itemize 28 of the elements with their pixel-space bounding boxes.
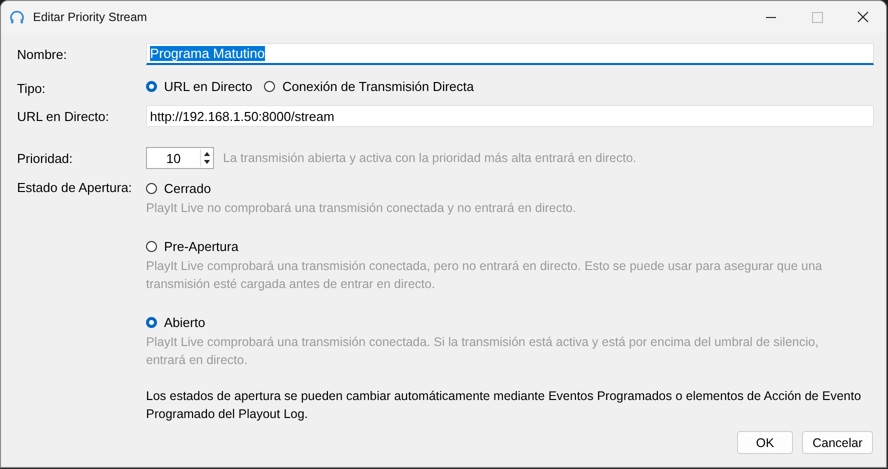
ok-button[interactable]: OK (737, 431, 793, 454)
url-input[interactable]: http://192.168.1.50:8000/stream (146, 105, 874, 127)
field-label: Nombre: (17, 46, 68, 62)
field-label: Prioridad: (17, 150, 74, 166)
cancel-button[interactable]: Cancelar (802, 431, 873, 454)
radio-label[interactable]: Conexión de Transmisión Directa (282, 78, 474, 94)
field-label: URL en Directo: (17, 108, 110, 124)
radio-button[interactable] (146, 316, 157, 328)
radio-button[interactable] (146, 182, 157, 194)
radio-label[interactable]: Cerrado (164, 180, 211, 196)
priority-spinner[interactable]: 10 (146, 147, 214, 169)
option-description: PlayIt Live no comprobará una transmisión conectada y no entrará en directo. (146, 200, 578, 217)
radio-button[interactable] (264, 80, 276, 92)
field-label: Estado de Apertura: (17, 179, 133, 195)
option-description: PlayIt Live comprobará una transmisión conectada, pero no entrará en directo. Esto se puede usar para asegurar que una transmisión esté cargada antes de entrar en directo. (146, 258, 824, 293)
radio-label[interactable]: Pre-Apertura (164, 238, 238, 254)
radio-button[interactable] (146, 80, 157, 92)
note-text: Los estados de apertura se pueden cambiar automáticamente mediante Eventos Programados o elementos de Acción de Evento Programado del Playout Log. (146, 388, 862, 423)
name-input[interactable]: Programa Matutino (146, 43, 874, 65)
radio-button[interactable] (146, 240, 157, 252)
hint-text: La transmisión abierta y activa con la prioridad más alta entrará en directo. (223, 151, 636, 165)
field-label: Tipo: (17, 80, 46, 96)
radio-label[interactable]: URL en Directo (164, 78, 252, 94)
close-icon (857, 11, 869, 23)
headphones-icon (9, 9, 25, 25)
option-description: PlayIt Live comprobará una transmisión conectada. Si la transmisión está activa y está por encima del umbral de silencio, entrará en directo. (146, 334, 820, 369)
window-title: Editar Priority Stream (33, 10, 148, 24)
radio-label[interactable]: Abierto (164, 314, 206, 330)
